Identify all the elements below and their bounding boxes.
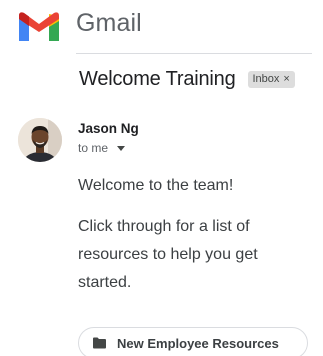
label-chip-text: Inbox: [252, 73, 280, 85]
inbox-label-chip[interactable]: Inbox ×: [247, 70, 295, 88]
attachment-label: New Employee Resources: [117, 335, 279, 351]
email-subject: Welcome Training: [79, 67, 236, 90]
sender-name[interactable]: Jason Ng: [78, 121, 139, 136]
email-view: Gmail Welcome Training Inbox × Jason Ng …: [0, 0, 323, 356]
sender-avatar[interactable]: [18, 118, 62, 162]
email-body-greeting: Welcome to the team!: [78, 177, 234, 194]
recipient-row: to me: [78, 140, 126, 156]
recipient-details-dropdown-icon[interactable]: [117, 145, 126, 151]
recipient-text: to me: [78, 141, 109, 155]
gmail-logo[interactable]: [16, 10, 62, 44]
attachment-chip[interactable]: New Employee Resources: [78, 327, 308, 356]
subject-row: Welcome Training Inbox ×: [79, 64, 295, 94]
header-divider: [76, 53, 312, 54]
remove-label-icon[interactable]: ×: [283, 73, 289, 85]
app-header: Gmail: [0, 0, 323, 48]
folder-icon: [92, 337, 107, 349]
app-brand-name: Gmail: [76, 9, 142, 37]
email-body-paragraph: Click through for a list of resources to…: [78, 218, 258, 291]
